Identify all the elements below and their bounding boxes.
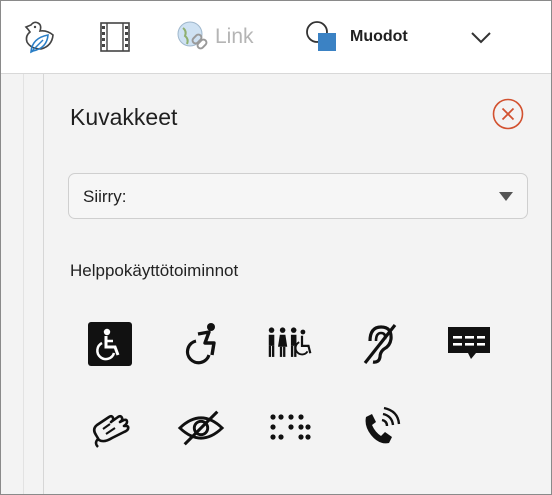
film-icon	[100, 22, 130, 52]
video-button[interactable]	[98, 1, 132, 73]
caret-down-icon	[499, 192, 513, 201]
vision-impaired-icon[interactable]	[177, 404, 225, 452]
link-button[interactable]: Link	[175, 1, 254, 73]
wheelchair-sign-icon[interactable]	[86, 320, 134, 368]
panel-title: Kuvakkeet	[70, 104, 178, 130]
category-dropdown[interactable]: Siirry:	[68, 173, 528, 219]
close-button[interactable]	[492, 98, 524, 130]
ribbon-toolbar: Link Muodot	[1, 1, 551, 74]
closed-captions-icon[interactable]	[445, 320, 493, 368]
section-title: Helppokäyttötoiminnot	[70, 261, 239, 280]
link-label: Link	[215, 25, 254, 48]
icons-panel: Kuvakkeet Siirry: Helppokäyttötoiminnot	[44, 74, 551, 494]
gutter-divider	[23, 74, 24, 494]
icons-button[interactable]	[19, 1, 57, 73]
sign-language-icon[interactable]	[87, 404, 135, 452]
chevron-down-icon	[471, 32, 491, 44]
active-wheelchair-icon[interactable]	[179, 320, 227, 368]
shapes-button[interactable]: Muodot	[304, 1, 408, 73]
braille-icon[interactable]	[266, 404, 314, 452]
shapes-label: Muodot	[350, 28, 408, 45]
close-circle-icon	[492, 98, 524, 130]
hearing-impaired-icon[interactable]	[356, 320, 404, 368]
shapes-icon	[306, 21, 336, 51]
accessible-restroom-icon[interactable]	[266, 320, 314, 368]
window: Link Muodot Kuvakkeet Siirry: Helppokäyt…	[0, 0, 552, 495]
bird-leaf-icon	[24, 21, 54, 54]
document-gutter	[1, 74, 44, 494]
volume-phone-icon[interactable]	[356, 404, 404, 452]
more-button[interactable]	[469, 1, 493, 73]
dropdown-label: Siirry:	[83, 187, 127, 206]
globe-link-icon	[177, 21, 208, 50]
